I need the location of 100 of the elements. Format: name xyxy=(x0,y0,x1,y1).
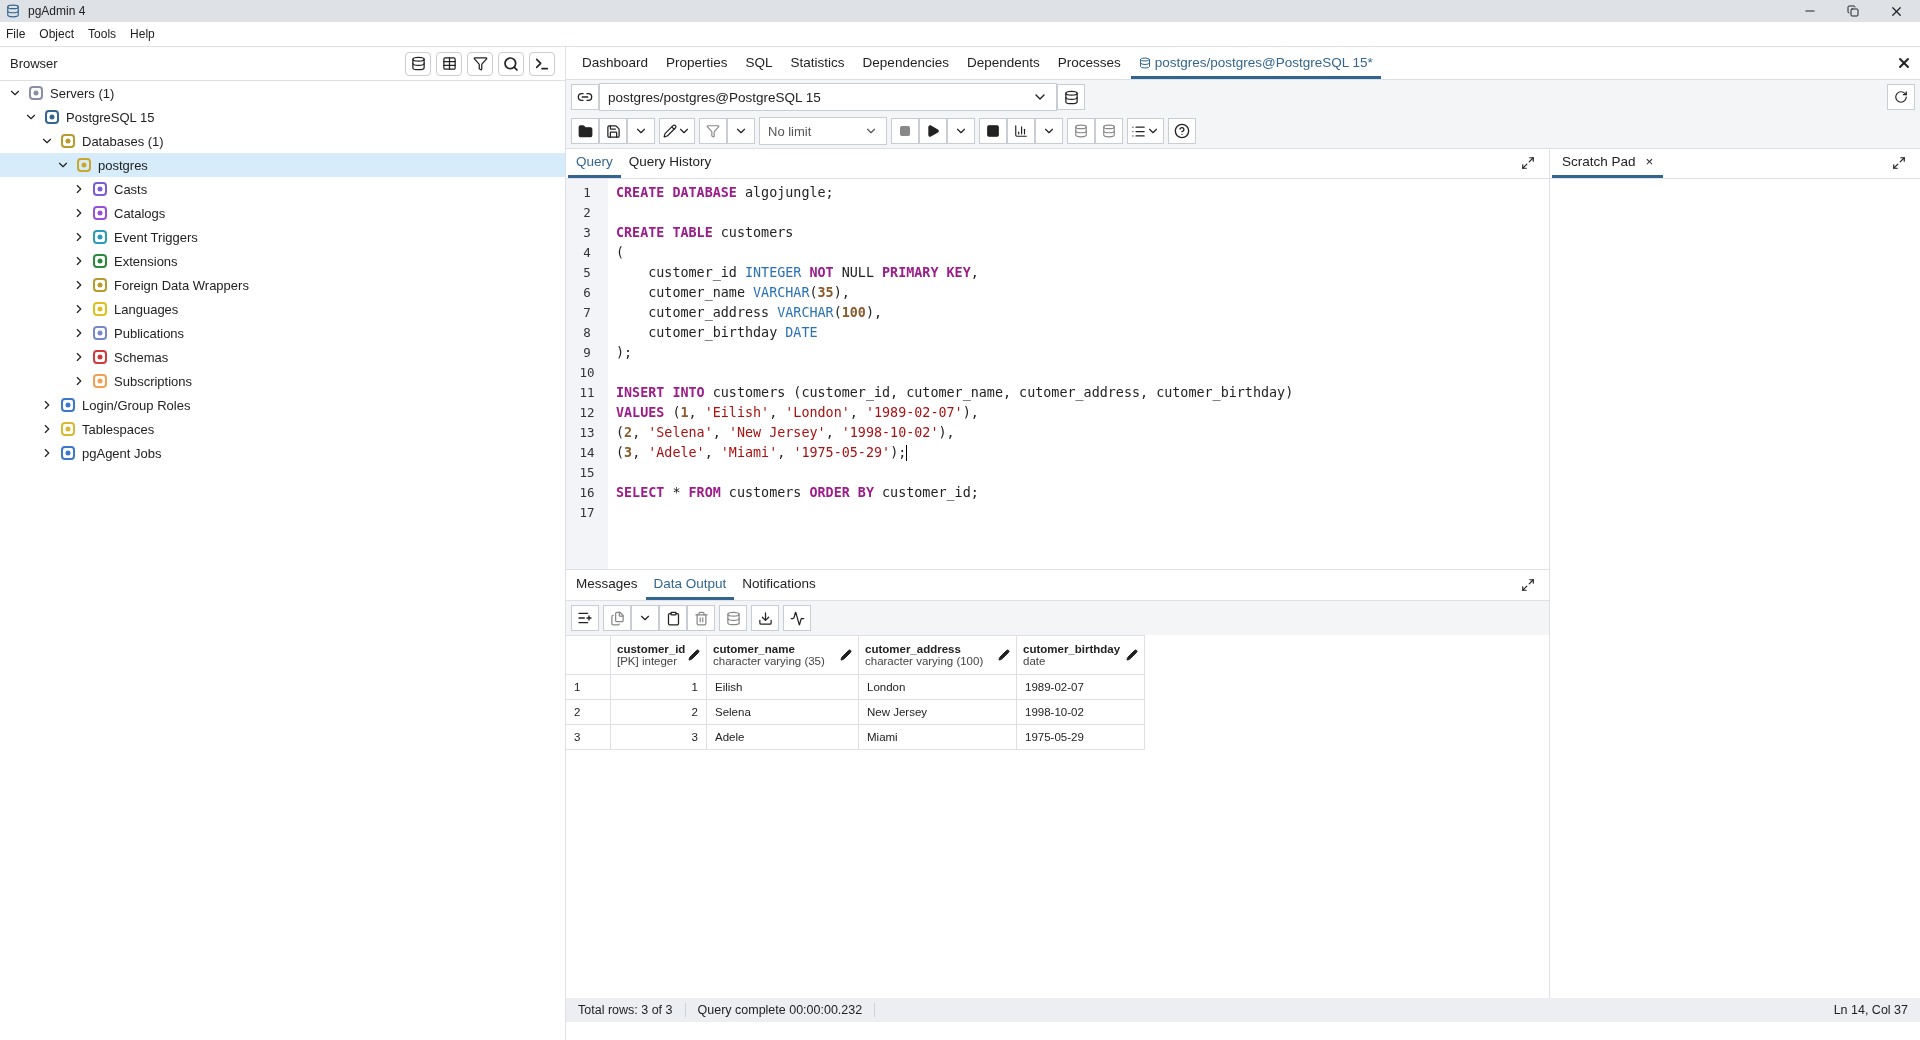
tree-item[interactable]: Catalogs xyxy=(0,201,565,225)
graph-button[interactable] xyxy=(783,605,811,631)
folder-icon xyxy=(577,123,593,139)
code-line: cutomer_address VARCHAR(100), xyxy=(647,304,883,323)
add-row-button[interactable] xyxy=(571,605,599,631)
tree-item[interactable]: Login/Group Roles xyxy=(0,393,565,417)
database-button[interactable] xyxy=(405,51,431,76)
download-button[interactable] xyxy=(751,605,779,631)
table-button[interactable] xyxy=(436,51,462,76)
menu-item[interactable]: Tools xyxy=(88,27,117,41)
stop-icon xyxy=(899,125,911,137)
tree-item[interactable]: Schemas xyxy=(0,345,565,369)
column-header[interactable]: cutomer_birthday date xyxy=(1017,635,1145,675)
maximize-icon[interactable] xyxy=(1892,156,1906,170)
tab[interactable]: Dependents xyxy=(958,49,1048,79)
tree-item[interactable]: PostgreSQL 15 xyxy=(0,105,565,129)
tree-item[interactable]: Subscriptions xyxy=(0,369,565,393)
line-number: 16 xyxy=(578,484,596,502)
tab[interactable]: Statistics xyxy=(782,49,853,79)
tree-item[interactable]: Extensions xyxy=(0,249,565,273)
table-cell: New Jersey xyxy=(859,700,1017,725)
status-text: Ln 14, Col 37 xyxy=(1832,1003,1909,1017)
open-file-button[interactable] xyxy=(571,118,599,144)
node-icon xyxy=(60,421,76,437)
table-cell: Miami xyxy=(859,725,1017,750)
tree-item[interactable]: pgAgent Jobs xyxy=(0,441,565,465)
node-icon xyxy=(92,277,108,293)
pencil-icon[interactable] xyxy=(1126,649,1138,661)
code-line: INSERT INTO customers (customer_id, cutomer_name, cutomer_address, cutomer_birthday) xyxy=(616,384,1294,403)
tree-item[interactable]: Foreign Data Wrappers xyxy=(0,273,565,297)
help-button[interactable] xyxy=(1168,118,1196,144)
tree-item[interactable]: Tablespaces xyxy=(0,417,565,441)
close-icon[interactable] xyxy=(1896,55,1912,71)
refresh-button[interactable] xyxy=(1887,84,1915,110)
database-button[interactable] xyxy=(1057,84,1085,110)
tree-item[interactable]: Publications xyxy=(0,321,565,345)
tree-item[interactable]: Servers (1) xyxy=(0,81,565,105)
column-header[interactable]: cutomer_name character varying (35) xyxy=(707,635,859,675)
connection-button[interactable] xyxy=(571,84,599,110)
node-icon xyxy=(60,397,76,413)
column-header[interactable]: customer_id [PK] integer xyxy=(611,635,707,675)
line-number: 3 xyxy=(582,224,592,242)
table-cell: Adele xyxy=(707,725,859,750)
tab[interactable]: Dashboard xyxy=(574,49,657,79)
menu-item[interactable]: Object xyxy=(39,27,75,41)
node-icon xyxy=(92,205,108,221)
filter-button[interactable] xyxy=(467,51,493,76)
terminal-button[interactable] xyxy=(529,51,555,76)
column-header[interactable]: cutomer_address character varying (100) xyxy=(859,635,1017,675)
table-cell: Selena xyxy=(707,700,859,725)
line-number: 11 xyxy=(578,384,596,402)
tab[interactable]: Processes xyxy=(1049,49,1129,79)
pencil-icon[interactable] xyxy=(840,649,852,661)
explain-button[interactable] xyxy=(979,118,1007,144)
maximize-icon[interactable] xyxy=(1521,578,1535,592)
node-icon xyxy=(92,253,108,269)
commit-button[interactable] xyxy=(1067,118,1095,144)
search-button[interactable] xyxy=(498,51,524,76)
trash-icon xyxy=(693,610,709,626)
line-number: 12 xyxy=(578,404,596,422)
edit-button[interactable] xyxy=(659,118,695,144)
maximize-icon[interactable] xyxy=(1521,156,1535,170)
pencil-icon[interactable] xyxy=(998,649,1010,661)
tab[interactable]: Messages xyxy=(568,570,646,600)
tree-item[interactable]: Casts xyxy=(0,177,565,201)
node-icon xyxy=(92,325,108,341)
node-icon xyxy=(76,157,92,173)
menu-item[interactable]: Help xyxy=(130,27,155,41)
menu-item[interactable]: File xyxy=(6,27,26,41)
limit-select[interactable]: No limit xyxy=(759,117,887,145)
restore-icon[interactable] xyxy=(1847,5,1859,17)
chart-button[interactable] xyxy=(1007,118,1035,144)
node-icon xyxy=(44,109,60,125)
save-button[interactable] xyxy=(599,118,627,144)
tab[interactable]: Query History xyxy=(620,148,720,178)
macros-button[interactable] xyxy=(1127,118,1164,144)
code-line: SELECT * FROM customers ORDER BY customer_id; xyxy=(616,484,979,503)
row-number: 1 xyxy=(566,675,611,700)
line-number: 7 xyxy=(582,304,592,322)
tree-item[interactable]: postgres xyxy=(0,153,565,177)
tree-item[interactable]: Databases (1) xyxy=(0,129,565,153)
tree-item[interactable]: Event Triggers xyxy=(0,225,565,249)
tree-item[interactable]: Languages xyxy=(0,297,565,321)
database-icon xyxy=(725,610,741,626)
paste-button[interactable] xyxy=(659,605,687,631)
tab[interactable]: SQL xyxy=(737,49,781,79)
line-number: 15 xyxy=(578,464,596,482)
window-title: pgAdmin 4 xyxy=(28,4,87,18)
tab[interactable]: Scratch Pad × xyxy=(1552,148,1664,178)
database-icon xyxy=(1063,89,1079,105)
tab[interactable]: Properties xyxy=(658,49,736,79)
tab[interactable]: Dependencies xyxy=(854,49,957,79)
pencil-icon[interactable] xyxy=(688,649,700,661)
connection-select[interactable]: postgres/postgres@PostgreSQL 15 xyxy=(599,83,1057,111)
tab[interactable]: Notifications xyxy=(734,570,824,600)
node-icon xyxy=(92,349,108,365)
run-button[interactable] xyxy=(919,118,947,144)
add-row-icon xyxy=(577,610,593,626)
rollback-button[interactable] xyxy=(1095,118,1123,144)
close-icon[interactable]: × xyxy=(1645,154,1654,169)
